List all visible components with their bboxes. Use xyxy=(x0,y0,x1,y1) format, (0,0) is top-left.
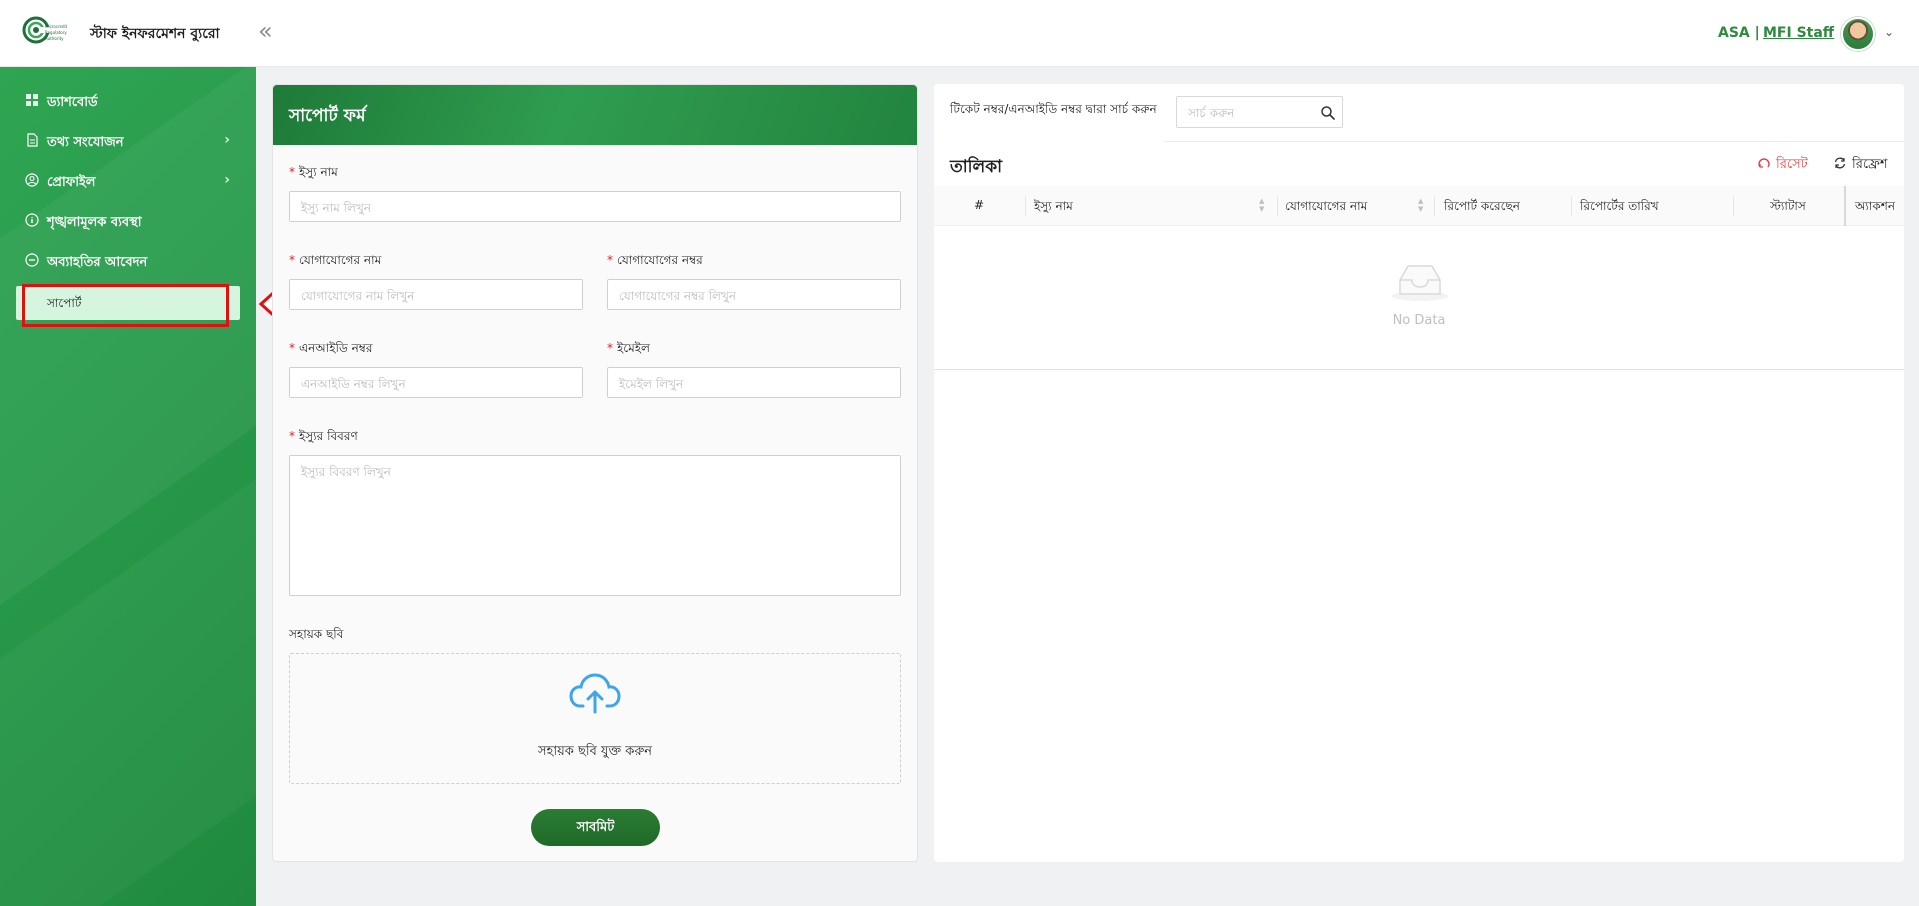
contact-number-label: * যোগাযোগের নম্বর xyxy=(607,253,703,267)
chevron-right-icon: › xyxy=(224,132,230,148)
empty-state-text: No Data xyxy=(1392,313,1446,328)
contact-name-input[interactable]: যোগাযোগের নাম লিখুন xyxy=(289,279,583,310)
annotation-highlight-box xyxy=(22,284,229,327)
image-upload-dropzone[interactable]: সহায়ক ছবি যুক্ত করুন xyxy=(289,653,901,784)
column-separator xyxy=(1571,196,1572,216)
sidebar-item-label: তথ্য সংযোজন xyxy=(47,135,124,150)
sort-icon[interactable]: ▲ ▼ xyxy=(1418,197,1423,213)
profile-icon xyxy=(25,173,39,187)
column-header-status: স্ট্যাটাস xyxy=(1770,199,1806,213)
column-header-action: অ্যাকশন xyxy=(1855,199,1896,213)
required-mark: * xyxy=(289,341,295,355)
double-chevron-left-icon: « xyxy=(258,17,273,45)
image-label: সহায়ক ছবি xyxy=(289,627,344,641)
svg-text:Regulatory: Regulatory xyxy=(45,30,67,35)
sidebar-item-label: ড্যাশবোর্ড xyxy=(47,95,98,110)
sidebar-item-profile[interactable]: প্রোফাইল › xyxy=(16,163,240,199)
ticket-list-card: টিকেট নম্বর/এনআইডি নম্বর দ্বারা সার্চ কর… xyxy=(934,84,1904,862)
dashboard-icon xyxy=(26,94,38,106)
contact-number-input[interactable]: যোগাযোগের নম্বর লিখুন xyxy=(607,279,901,310)
contact-name-label: * যোগাযোগের নাম xyxy=(289,253,382,267)
column-header-issue-name[interactable]: ইস্যু নাম xyxy=(1034,198,1073,218)
issue-name-label: * ইস্যু নাম xyxy=(289,165,338,179)
app-title: স্টাফ ইনফরমেশন ব্যুরো xyxy=(90,26,220,42)
required-mark: * xyxy=(289,165,295,179)
svg-text:Microcredit: Microcredit xyxy=(45,24,68,29)
sidebar-item-data-entry[interactable]: তথ্য সংযোজন › xyxy=(16,123,240,159)
staff-role-link[interactable]: MFI Staff xyxy=(1763,25,1834,41)
search-input[interactable]: সার্চ করুন xyxy=(1176,96,1343,128)
required-mark: * xyxy=(607,341,613,355)
search-icon[interactable] xyxy=(1320,105,1336,121)
search-placeholder: সার্চ করুন xyxy=(1188,106,1235,120)
email-field[interactable]: ইমেইল লিখুন xyxy=(607,367,901,398)
search-label: টিকেট নম্বর/এনআইডি নম্বর দ্বারা সার্চ কর… xyxy=(950,102,1157,116)
chevron-right-icon: › xyxy=(224,172,230,188)
table-header: # ইস্যু নাম ▲ ▼ যোগাযোগের নাম ▲ ▼ রিপোর্ট … xyxy=(934,186,1904,226)
minus-circle-icon xyxy=(25,253,39,267)
cloud-upload-icon xyxy=(569,673,621,714)
chevron-down-icon[interactable]: ⌄ xyxy=(1884,25,1894,39)
sidebar-item-label: অব্যাহতির আবেদন xyxy=(47,255,148,270)
sort-icon[interactable]: ▲ ▼ xyxy=(1259,197,1264,213)
top-header: Microcredit Regulatory Authority স্টাফ ই… xyxy=(0,0,1919,67)
upload-text: সহায়ক ছবি যুক্ত করুন xyxy=(537,744,653,759)
avatar[interactable] xyxy=(1841,17,1875,51)
form-header: সাপোর্ট ফর্ম xyxy=(273,85,917,145)
empty-inbox-icon xyxy=(1392,265,1448,301)
sidebar-item-disciplinary[interactable]: শৃঙ্খলামূলক ব্যবস্থা xyxy=(16,203,240,239)
fixed-column-shadow xyxy=(1844,186,1846,226)
column-header-index: # xyxy=(974,198,985,212)
description-textarea[interactable]: ইস্যুর বিবরণ লিখুন xyxy=(289,455,901,596)
issue-name-input[interactable]: ইস্যু নাম লিখুন xyxy=(289,191,901,222)
reset-icon xyxy=(1758,158,1770,168)
form-title: সাপোর্ট ফর্ম xyxy=(289,106,366,126)
submit-button[interactable]: সাবমিট xyxy=(531,809,660,846)
org-label: ASA | xyxy=(1718,25,1760,41)
description-label: * ইস্যুর বিবরণ xyxy=(289,429,358,443)
table-title: তালিকা xyxy=(950,157,1003,177)
column-separator xyxy=(1733,196,1734,216)
svg-text:Authority: Authority xyxy=(45,36,64,41)
required-mark: * xyxy=(607,253,613,267)
sidebar-item-dashboard[interactable]: ড্যাশবোর্ড xyxy=(16,83,240,119)
nid-label: * এনআইডি নম্বর xyxy=(289,341,373,355)
column-header-reported-by: রিপোর্ট করেছেন xyxy=(1444,199,1520,213)
column-separator xyxy=(1434,196,1435,216)
column-header-contact-name[interactable]: যোগাযোগের নাম xyxy=(1285,198,1367,218)
nid-input[interactable]: এনআইডি নম্বর লিখুন xyxy=(289,367,583,398)
mra-logo-icon[interactable]: Microcredit Regulatory Authority xyxy=(22,14,76,54)
reset-button[interactable]: রিসেট xyxy=(1757,155,1808,176)
required-mark: * xyxy=(289,429,295,443)
refresh-button[interactable]: রিফ্রেশ xyxy=(1833,155,1888,176)
sidebar-item-resignation[interactable]: অব্যাহতির আবেদন xyxy=(16,243,240,279)
column-separator xyxy=(1277,196,1278,216)
table-bottom-border xyxy=(934,369,1904,370)
refresh-icon xyxy=(1834,157,1846,169)
column-header-report-date: রিপোর্টের তারিখ xyxy=(1580,199,1659,213)
divider xyxy=(1164,141,1904,142)
sidebar-item-label: শৃঙ্খলামূলক ব্যবস্থা xyxy=(47,215,142,230)
sidebar-item-label: প্রোফাইল xyxy=(47,175,96,190)
collapse-sidebar-button[interactable]: « xyxy=(258,19,273,43)
support-form-card: সাপোর্ট ফর্ম * ইস্যু নাম ইস্যু নাম লিখুন … xyxy=(272,84,918,862)
required-mark: * xyxy=(289,253,295,267)
column-separator xyxy=(1025,196,1026,216)
info-icon xyxy=(25,213,39,227)
document-icon xyxy=(27,133,38,147)
sidebar: ড্যাশবোর্ড তথ্য সংযোজন › প্রোফাইল › শৃঙ্… xyxy=(0,67,256,906)
email-label: * ইমেইল xyxy=(607,341,650,355)
